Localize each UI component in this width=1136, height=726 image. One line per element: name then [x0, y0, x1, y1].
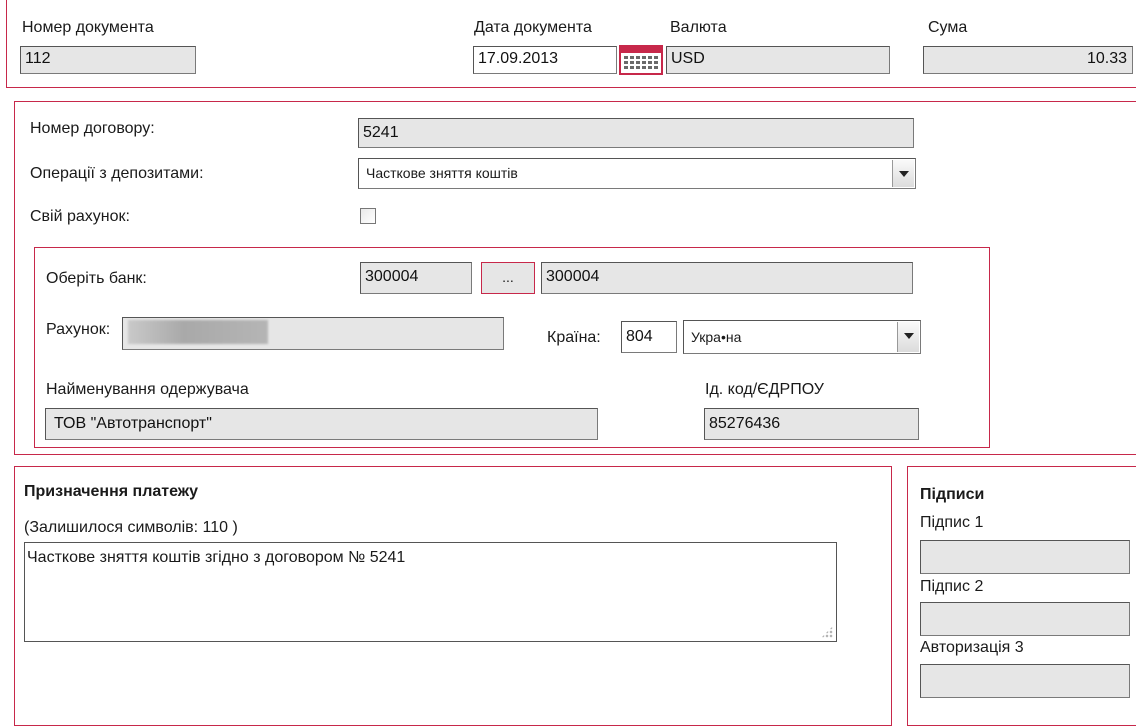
signature-1-field [920, 540, 1130, 574]
bank-browse-button[interactable]: ... [481, 262, 535, 294]
amount-field[interactable]: 10.33 [923, 46, 1133, 74]
amount-label: Сума [928, 19, 968, 36]
redacted-account-number [128, 320, 268, 344]
doc-date-field[interactable]: 17.09.2013 [473, 46, 617, 74]
payment-purpose-textarea[interactable]: Часткове зняття коштів згідно з договоро… [24, 542, 837, 642]
remaining-chars-label: (Залишилося символів: 110 ) [24, 519, 238, 536]
country-select[interactable]: Укра•на [683, 320, 921, 354]
deposit-operations-value: Часткове зняття коштів [366, 165, 518, 181]
authorization-3-label: Авторизація 3 [920, 639, 1024, 656]
resize-grip-icon[interactable] [821, 626, 833, 638]
country-label: Країна: [547, 329, 601, 346]
deposit-operations-label: Операції з депозитами: [30, 165, 204, 182]
calendar-icon[interactable] [619, 45, 663, 75]
currency-field[interactable]: USD [666, 46, 890, 74]
country-code-field[interactable]: 804 [621, 321, 677, 353]
signature-2-label: Підпис 2 [920, 578, 984, 595]
recipient-name-field[interactable]: ТОВ "Автотранспорт" [45, 408, 598, 440]
signature-1-label: Підпис 1 [920, 514, 984, 531]
payment-purpose-title: Призначення платежу [24, 483, 199, 500]
signature-2-field [920, 602, 1130, 636]
id-code-label: Ід. код/ЄДРПОУ [705, 381, 824, 398]
signatures-title: Підписи [920, 486, 985, 503]
account-label: Рахунок: [46, 321, 111, 338]
own-account-label: Свій рахунок: [30, 208, 130, 225]
contract-number-field[interactable]: 5241 [358, 118, 914, 148]
doc-date-label: Дата документа [474, 19, 592, 36]
choose-bank-label: Оберіть банк: [46, 270, 147, 287]
chevron-down-icon[interactable] [892, 160, 914, 187]
authorization-3-field [920, 664, 1130, 698]
own-account-checkbox[interactable] [360, 208, 376, 224]
document-header-frame [6, 0, 1136, 88]
contract-number-label: Номер договору: [30, 120, 155, 137]
chevron-down-icon[interactable] [897, 322, 919, 352]
doc-number-field[interactable]: 112 [20, 46, 196, 74]
recipient-name-label: Найменування одержувача [46, 381, 249, 398]
bank-code-field[interactable]: 300004 [360, 262, 472, 294]
id-code-field[interactable]: 85276436 [704, 408, 919, 440]
payment-purpose-text: Часткове зняття коштів згідно з договоро… [27, 549, 406, 566]
deposit-operations-select[interactable]: Часткове зняття коштів [358, 158, 916, 189]
doc-number-label: Номер документа [22, 19, 154, 36]
country-name-value: Укра•на [691, 329, 742, 345]
currency-label: Валюта [670, 19, 727, 36]
bank-name-field[interactable]: 300004 [541, 262, 913, 294]
